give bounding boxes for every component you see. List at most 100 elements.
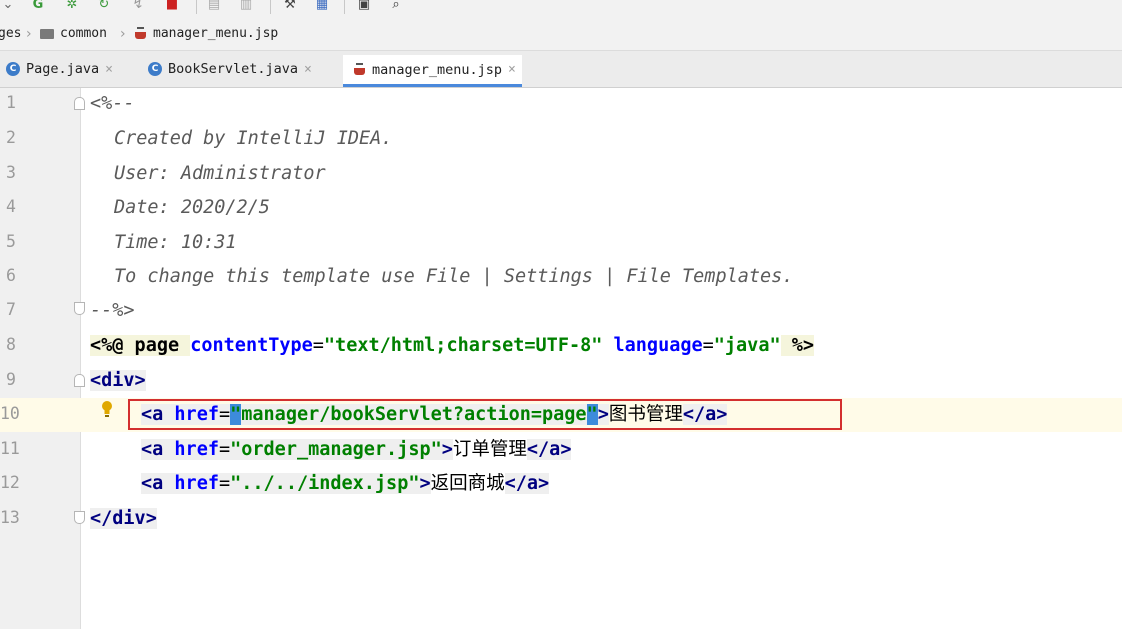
comment-text: User: Administrator	[114, 163, 326, 184]
breadcrumb-item-file[interactable]: manager_menu.jsp	[134, 26, 278, 41]
link-text: 订单管理	[452, 439, 527, 460]
comment-text: --%>	[90, 300, 135, 321]
code-line-12: <a href="../../index.jsp">返回商城</a>	[141, 472, 550, 496]
toolbar-separator	[344, 0, 345, 14]
jsp-directive-close: %>	[780, 335, 815, 356]
html-tag: <a	[141, 473, 175, 494]
attribute-value: "text/html;charset=UTF-8"	[323, 335, 603, 356]
tab-label: manager_menu.jsp	[372, 61, 503, 78]
breadcrumb-separator-icon: ›	[26, 26, 32, 42]
rerun-icon[interactable]: G	[30, 0, 46, 12]
tab-page-java[interactable]: C Page.java ×	[6, 55, 113, 83]
breadcrumb: ges › common › manager_menu.jsp	[0, 20, 1122, 51]
html-tag: </a>	[526, 439, 572, 460]
coverage-icon[interactable]: ↻	[96, 0, 112, 12]
code-line-7: --%>	[90, 299, 135, 323]
code-line-5: Time: 10:31	[114, 231, 237, 255]
attribute-name: contentType	[190, 335, 313, 356]
fold-marker-icon[interactable]	[74, 374, 85, 387]
tab-label: BookServlet.java	[168, 61, 299, 77]
html-tag: </div>	[90, 508, 157, 529]
project-structure-icon[interactable]: ▦	[314, 0, 330, 12]
code-line-3: User: Administrator	[114, 162, 326, 186]
line-number: 9	[6, 370, 16, 389]
tab-bookservlet-java[interactable]: C BookServlet.java ×	[148, 55, 312, 83]
attribute-name: href	[174, 473, 219, 494]
fold-marker-icon[interactable]	[74, 302, 85, 315]
main-toolbar: ⌄ G ✲ ↻ ↯ ■ ▤ ▥ ⚒ ▦ ▣ ⌕	[0, 0, 1122, 20]
comment-text: Time: 10:31	[114, 232, 237, 253]
search-icon[interactable]: ⌕	[388, 0, 404, 12]
settings-wrench-icon[interactable]: ⚒	[282, 0, 298, 12]
code-line-1: <%--	[90, 92, 135, 116]
build-icon[interactable]: ▤	[206, 0, 222, 12]
attribute-value: "order_manager.jsp"	[230, 439, 442, 460]
breadcrumb-label: manager_menu.jsp	[153, 26, 279, 41]
equals-sign: =	[312, 335, 324, 356]
code-line-4: Date: 2020/2/5	[114, 196, 270, 220]
line-number: 6	[6, 266, 16, 285]
equals-sign: =	[218, 473, 231, 494]
line-number: 10	[0, 404, 20, 423]
breadcrumb-item-common[interactable]: common	[40, 26, 107, 41]
line-number: 5	[6, 232, 16, 251]
breadcrumb-label: common	[60, 26, 107, 41]
comment-text: Date: 2020/2/5	[114, 197, 270, 218]
dropdown-icon[interactable]: ⌄	[0, 0, 16, 12]
comment-text: <%--	[90, 93, 135, 114]
comment-text: Created by IntelliJ IDEA.	[114, 128, 393, 149]
close-icon[interactable]: ×	[105, 62, 113, 77]
attribute-name: href	[174, 439, 219, 460]
tab-manager-menu-jsp[interactable]: manager_menu.jsp ×	[343, 55, 522, 87]
fold-marker-icon[interactable]	[74, 511, 85, 524]
toolbar-separator	[196, 0, 197, 14]
line-number: 2	[6, 128, 16, 147]
annotation-highlight-box	[128, 399, 842, 430]
breadcrumb-item-pages[interactable]: ges	[0, 26, 21, 41]
terminal-icon[interactable]: ▣	[356, 0, 372, 12]
line-number: 7	[6, 300, 16, 319]
comment-text: To change this template use File | Setti…	[114, 266, 794, 287]
tab-label: Page.java	[26, 61, 100, 77]
code-line-9: <div>	[90, 369, 146, 393]
fold-marker-icon[interactable]	[74, 97, 85, 110]
close-icon[interactable]: ×	[508, 62, 516, 77]
code-line-2: Created by IntelliJ IDEA.	[114, 127, 392, 151]
html-tag: >	[419, 473, 431, 494]
equals-sign: =	[218, 439, 231, 460]
jsp-file-icon	[134, 26, 148, 41]
html-tag: <div>	[90, 370, 146, 391]
lightbulb-icon[interactable]	[101, 400, 113, 418]
line-number: 1	[6, 93, 16, 112]
attribute-value: "../../index.jsp"	[230, 473, 420, 494]
editor-tab-bar: C Page.java × C BookServlet.java × manag…	[0, 51, 1122, 88]
breadcrumb-separator-icon: ›	[120, 26, 126, 42]
equals-sign: =	[702, 335, 714, 356]
attribute-name: language	[602, 335, 703, 356]
line-number: 12	[0, 473, 20, 492]
close-icon[interactable]: ×	[304, 62, 312, 77]
code-line-13: </div>	[90, 507, 157, 531]
line-number: 8	[6, 335, 16, 354]
attribute-value: "java"	[713, 335, 781, 356]
profile-icon[interactable]: ↯	[130, 0, 146, 12]
java-class-icon: C	[6, 62, 20, 76]
html-tag: <a	[141, 439, 175, 460]
toolbar-separator	[270, 0, 271, 14]
html-tag: >	[441, 439, 453, 460]
debug-icon[interactable]: ✲	[64, 0, 80, 12]
html-tag: </a>	[504, 473, 550, 494]
line-number: 3	[6, 163, 16, 182]
code-line-11: <a href="order_manager.jsp">订单管理</a>	[141, 438, 572, 462]
stop-icon[interactable]: ■	[164, 0, 180, 12]
code-line-8: <%@ page contentType="text/html;charset=…	[90, 334, 815, 358]
breadcrumb-label: ges	[0, 26, 22, 41]
line-number: 4	[6, 197, 16, 216]
link-text: 返回商城	[430, 473, 505, 494]
jsp-file-icon	[353, 62, 367, 77]
line-number: 11	[0, 439, 20, 458]
line-number: 13	[0, 508, 20, 527]
jsp-directive: <%@ page	[90, 335, 191, 356]
folder-icon	[40, 28, 54, 39]
update-icon[interactable]: ▥	[238, 0, 254, 12]
